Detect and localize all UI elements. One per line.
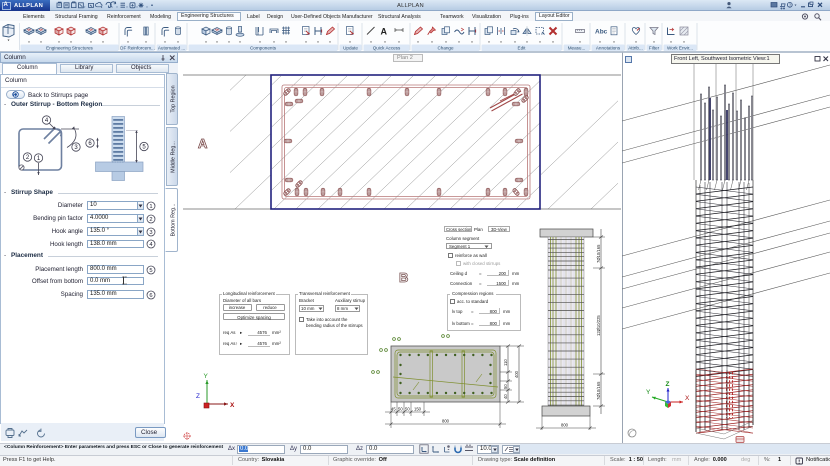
svg-text:Measu...: Measu... — [568, 46, 586, 51]
svg-text:Edit: Edit — [518, 46, 527, 51]
svg-text:Top Region: Top Region — [171, 85, 177, 112]
svg-text:12Ø10/225: 12Ø10/225 — [596, 315, 601, 336]
svg-text:7Ø10/165: 7Ø10/165 — [596, 381, 601, 400]
svg-text:6: 6 — [149, 293, 152, 299]
svg-text:400: 400 — [514, 370, 519, 378]
svg-text:40: 40 — [503, 394, 508, 399]
svg-text:Y: Y — [646, 389, 651, 396]
svg-text:Abc: Abc — [595, 29, 608, 36]
svg-text:Update: Update — [343, 46, 358, 51]
svg-text:Filter: Filter — [649, 46, 660, 51]
svg-text:50: 50 — [398, 407, 403, 412]
svg-text:3: 3 — [149, 230, 152, 236]
svg-text:Annotations: Annotations — [596, 46, 621, 51]
svg-text:45: 45 — [391, 407, 396, 412]
svg-text:Work Envir...: Work Envir... — [667, 46, 693, 51]
svg-text:Attrib...: Attrib... — [628, 46, 643, 51]
svg-text:Engineering Structures: Engineering Structures — [46, 46, 93, 51]
svg-text:A: A — [381, 27, 388, 37]
svg-text:50: 50 — [503, 384, 508, 389]
svg-text:Y: Y — [204, 373, 209, 380]
svg-text:Middle Reg...: Middle Reg... — [171, 141, 177, 173]
svg-text:B: B — [399, 270, 408, 285]
svg-text:1: 1 — [149, 204, 152, 210]
svg-text:800: 800 — [442, 419, 450, 424]
svg-text:Components: Components — [250, 46, 277, 51]
svg-text:150: 150 — [414, 407, 422, 412]
svg-text:7Ø10/165: 7Ø10/165 — [596, 244, 601, 263]
svg-text:A: A — [198, 136, 208, 151]
svg-text:X: X — [685, 395, 690, 402]
svg-text:DF Reinforcem...: DF Reinforcem... — [120, 46, 155, 51]
svg-text:Change: Change — [437, 46, 454, 51]
svg-text:110: 110 — [503, 359, 508, 366]
svg-text:800: 800 — [561, 423, 569, 428]
svg-text:2: 2 — [149, 217, 152, 223]
svg-text:Z: Z — [666, 381, 670, 388]
svg-text:Quick Access: Quick Access — [373, 46, 401, 51]
svg-text:Z: Z — [196, 393, 200, 400]
svg-text:Automated ...: Automated ... — [158, 46, 185, 51]
svg-text:5: 5 — [149, 268, 152, 274]
svg-text:50: 50 — [405, 407, 410, 412]
svg-text:Bottom Reg...: Bottom Reg... — [171, 204, 177, 237]
svg-text:X: X — [230, 402, 235, 409]
